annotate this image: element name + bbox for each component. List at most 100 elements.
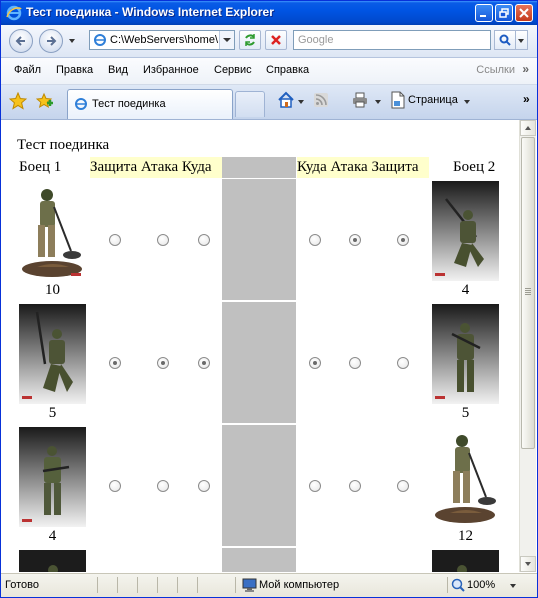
fighter2-value: 12 [458, 528, 473, 544]
address-field[interactable]: C:\WebServers\home\ [89, 30, 235, 50]
page-heading: Тест поединка [17, 137, 110, 153]
fighter-image [432, 427, 499, 527]
add-favorites-icon[interactable] [36, 92, 54, 110]
page-content: Тест поединка Боец 1 Защита Атака Куда К… [6, 120, 519, 572]
search-options-dropdown-icon[interactable] [516, 30, 528, 50]
right-defense-radio[interactable] [397, 234, 409, 246]
right-header-group: Куда Атака Защита [297, 157, 429, 178]
title-bar: Тест поединка - Windows Internet Explore… [1, 1, 537, 25]
left-defense-radio[interactable] [109, 234, 121, 246]
left-header-where: Куда [181, 159, 212, 175]
minimize-button[interactable] [475, 4, 493, 22]
search-button[interactable] [494, 30, 516, 50]
menu-bar: Файл Правка Вид Избранное Сервис Справка… [1, 58, 537, 85]
right-defense-radio[interactable] [397, 480, 409, 492]
menu-view[interactable]: Вид [108, 64, 128, 76]
address-dropdown-icon[interactable] [219, 31, 234, 49]
address-toolbar: C:\WebServers\home\ Google [1, 25, 537, 58]
close-icon [519, 8, 529, 18]
left-where-radio[interactable] [198, 234, 210, 246]
ie-tab-icon [75, 98, 87, 110]
left-attack-radio[interactable] [157, 234, 169, 246]
right-attack-radio[interactable] [349, 357, 361, 369]
right-where-radio[interactable] [309, 234, 321, 246]
left-defense-radio[interactable] [109, 357, 121, 369]
fighter-image [432, 304, 499, 404]
menu-help[interactable]: Справка [266, 64, 309, 76]
menu-favorites[interactable]: Избранное [143, 64, 199, 76]
home-icon[interactable] [277, 91, 295, 109]
window-title: Тест поединка - Windows Internet Explore… [26, 5, 274, 19]
close-button[interactable] [515, 4, 533, 22]
right-where-radio[interactable] [309, 480, 321, 492]
forward-arrow-icon [47, 36, 57, 46]
fighter-image [432, 550, 499, 572]
right-where-radio[interactable] [309, 357, 321, 369]
page-menu-label[interactable]: Страница [408, 94, 458, 106]
scroll-up-icon[interactable] [520, 120, 536, 136]
right-defense-radio[interactable] [397, 357, 409, 369]
left-defense-radio[interactable] [109, 480, 121, 492]
address-text: C:\WebServers\home\ [110, 34, 219, 46]
stop-icon [271, 35, 281, 45]
history-dropdown-icon[interactable] [69, 39, 75, 43]
fighter1-value: 4 [48, 528, 57, 544]
refresh-button[interactable] [239, 30, 261, 50]
stop-button[interactable] [265, 30, 287, 50]
middle-cell [222, 425, 296, 546]
zoom-icon[interactable] [451, 578, 465, 592]
page-dropdown-icon[interactable] [464, 100, 470, 104]
left-where-radio[interactable] [198, 357, 210, 369]
fighter-image [19, 427, 86, 527]
menu-tools[interactable]: Сервис [214, 64, 252, 76]
fighter-image [19, 304, 86, 404]
tab-label: Тест поединка [92, 98, 166, 110]
forward-button[interactable] [39, 29, 63, 53]
fighter1-value: 5 [48, 405, 57, 421]
maximize-button[interactable] [495, 4, 513, 22]
back-button[interactable] [9, 29, 33, 53]
minimize-icon [480, 15, 486, 17]
favorites-star-icon[interactable] [9, 92, 27, 110]
print-icon[interactable] [351, 91, 369, 109]
left-header-defense: Защита [90, 159, 138, 175]
security-zone-label: Мой компьютер [259, 579, 340, 591]
zoom-dropdown-icon[interactable] [510, 584, 516, 588]
right-header-where: Куда [297, 159, 327, 175]
fighter1-header: Боец 1 [19, 159, 62, 175]
status-bar: Готово Мой компьютер 100% [1, 573, 537, 597]
ie-page-icon [94, 34, 106, 46]
scroll-thumb[interactable] [521, 137, 535, 449]
vertical-scrollbar[interactable] [519, 120, 536, 572]
search-placeholder: Google [298, 34, 334, 46]
tab-test-duel[interactable]: Тест поединка [67, 89, 233, 119]
right-attack-radio[interactable] [349, 480, 361, 492]
menu-file[interactable]: Файл [14, 64, 41, 76]
new-tab-button[interactable] [235, 91, 265, 117]
feeds-icon[interactable] [313, 92, 329, 108]
home-dropdown-icon[interactable] [298, 100, 304, 104]
back-arrow-icon [15, 36, 25, 46]
page-icon[interactable] [390, 91, 406, 109]
scroll-down-icon[interactable] [520, 556, 536, 572]
left-attack-radio[interactable] [157, 357, 169, 369]
ie-logo-icon [6, 5, 22, 21]
search-input[interactable]: Google [293, 30, 491, 50]
toolbar-chevron-icon[interactable]: » [523, 92, 530, 106]
right-attack-radio[interactable] [349, 234, 361, 246]
links-chevron-icon[interactable]: » [522, 62, 529, 76]
fighter-image [432, 181, 499, 281]
fighter1-value: 10 [45, 282, 60, 298]
right-header-attack: Атака [330, 159, 368, 175]
left-where-radio[interactable] [198, 480, 210, 492]
zoom-level[interactable]: 100% [467, 579, 495, 591]
links-toolbar-label[interactable]: Ссылки [476, 64, 515, 76]
print-dropdown-icon[interactable] [375, 100, 381, 104]
tab-bar: Тест поединка Страница » [1, 85, 537, 120]
fighter-image [19, 550, 86, 572]
middle-header-cell [222, 157, 296, 178]
menu-edit[interactable]: Правка [56, 64, 93, 76]
middle-cell [222, 302, 296, 423]
left-attack-radio[interactable] [157, 480, 169, 492]
search-icon [499, 34, 511, 46]
